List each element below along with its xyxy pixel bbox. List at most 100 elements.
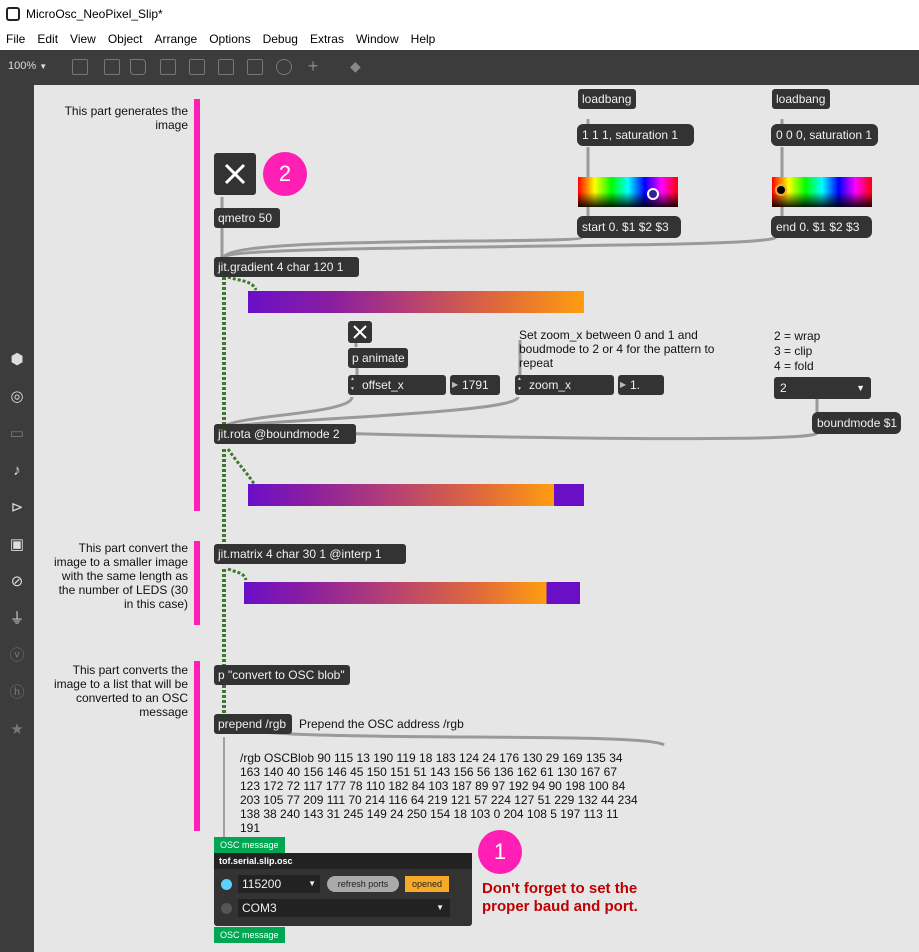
bang-icon[interactable]: [160, 59, 176, 75]
number-icon[interactable]: [218, 59, 234, 75]
matrix-preview: [244, 582, 580, 604]
led-on-indicator: [221, 879, 232, 890]
vimeo-icon[interactable]: ⓥ: [8, 647, 26, 665]
boundmode-selected: 2: [780, 381, 787, 395]
star-icon[interactable]: ★: [8, 721, 26, 739]
jit-matrix-object[interactable]: jit.matrix 4 char 30 1 @interp 1: [214, 544, 406, 564]
qmetro-object[interactable]: qmetro 50: [214, 208, 280, 228]
toggle-button[interactable]: [214, 153, 256, 195]
add-object-icon[interactable]: +: [305, 57, 321, 75]
jit-rota-object[interactable]: jit.rota @boundmode 2: [214, 424, 356, 444]
menu-extras[interactable]: Extras: [304, 32, 350, 46]
boundmode-menu[interactable]: 2 ▼: [774, 377, 871, 399]
loadbang-object-2[interactable]: loadbang: [772, 89, 830, 109]
paperclip-icon[interactable]: ⊘: [8, 573, 26, 591]
message-icon[interactable]: [104, 59, 120, 75]
music-note-icon[interactable]: ♪: [8, 462, 26, 480]
section-marker-resize: [194, 541, 200, 625]
swatch-picker-dot[interactable]: [647, 188, 659, 200]
menu-help[interactable]: Help: [405, 32, 442, 46]
prepend-object[interactable]: prepend /rgb: [214, 714, 292, 734]
animate-toggle[interactable]: [348, 321, 372, 343]
image-icon[interactable]: ▣: [8, 536, 26, 554]
step-badge-2: 2: [263, 152, 307, 196]
menu-arrange[interactable]: Arrange: [149, 32, 204, 46]
menu-debug[interactable]: Debug: [257, 32, 304, 46]
step-badge-1: 1: [478, 830, 522, 874]
slider-icon[interactable]: [247, 59, 263, 75]
close-icon: [353, 325, 367, 339]
zoom-control[interactable]: 100% ▼: [8, 60, 47, 72]
chevron-down-icon: ▼: [436, 903, 444, 912]
comment-fold: 4 = fold: [774, 359, 814, 373]
section-marker-convert: [194, 661, 200, 831]
comment-convert-small: This part convert the image to a smaller…: [53, 541, 188, 611]
message-boundmode[interactable]: boundmode $1: [812, 412, 901, 434]
message-saturation-1[interactable]: 1 1 1, saturation 1: [577, 124, 694, 146]
port-menu[interactable]: COM3 ▼: [238, 899, 450, 917]
film-icon[interactable]: ▭: [8, 425, 26, 443]
menu-file[interactable]: File: [0, 32, 31, 46]
max-app-icon: [6, 7, 20, 21]
window-title: MicroOsc_NeoPixel_Slip*: [26, 7, 163, 21]
baud-rate-menu[interactable]: 115200 ▼: [238, 875, 320, 893]
led-off-indicator: [221, 903, 232, 914]
zoom-level: 100%: [8, 60, 37, 72]
comment-zoom-hint: Set zoom_x between 0 and 1 and boudmode …: [519, 328, 715, 370]
offset-x-number[interactable]: offset_x: [348, 374, 446, 395]
message-start[interactable]: start 0. $1 $2 $3: [577, 216, 681, 238]
zoom-dropdown-icon: ▼: [39, 62, 48, 71]
target-icon[interactable]: ◎: [8, 388, 26, 406]
color-swatch-start[interactable]: [578, 177, 678, 207]
serial-slip-osc-bpatcher: tof.serial.slip.osc 115200 ▼ refresh port…: [214, 853, 472, 926]
menu-view[interactable]: View: [64, 32, 102, 46]
toolbar: 100% ▼ + ◆: [0, 50, 919, 85]
dial-icon[interactable]: [276, 59, 292, 75]
osc-message-label-in: OSC message: [214, 837, 285, 853]
menu-edit[interactable]: Edit: [31, 32, 64, 46]
refresh-ports-button[interactable]: refresh ports: [327, 876, 399, 892]
gradient-preview: [248, 291, 584, 313]
close-icon: [224, 163, 246, 185]
menu-options[interactable]: Options: [203, 32, 256, 46]
zoom-x-number[interactable]: zoom_x: [515, 374, 614, 395]
left-sidebar: ⬢ ◎ ▭ ♪ ⊳ ▣ ⊘ ⏚ ⓥ ⓗ ★: [0, 85, 34, 952]
comment-icon[interactable]: [130, 59, 146, 75]
chevron-down-icon: ▼: [308, 879, 316, 888]
presentation-icon[interactable]: [72, 59, 88, 75]
p-animate-object[interactable]: p animate: [348, 348, 408, 368]
zoom-x-value[interactable]: 1.: [618, 375, 664, 395]
warning-text: Don't forget to set the proper baud and …: [482, 880, 638, 915]
package-icon[interactable]: ⬢: [8, 351, 26, 369]
paint-bucket-icon[interactable]: ◆: [350, 59, 366, 75]
video-icon[interactable]: ⊳: [8, 499, 26, 517]
help-icon[interactable]: ⓗ: [8, 684, 26, 702]
title-bar: MicroOsc_NeoPixel_Slip*: [0, 0, 919, 28]
convert-osc-blob-object[interactable]: p "convert to OSC blob": [214, 665, 350, 685]
comment-clip: 3 = clip: [774, 344, 813, 358]
message-end[interactable]: end 0. $1 $2 $3: [771, 216, 872, 238]
comment-generates: This part generates the image: [64, 104, 188, 132]
patcher-canvas[interactable]: This part generates the image This part …: [34, 85, 919, 952]
toggle-icon[interactable]: [189, 59, 205, 75]
chevron-down-icon: ▼: [856, 383, 865, 393]
color-swatch-end[interactable]: [772, 177, 872, 207]
jit-gradient-object[interactable]: jit.gradient 4 char 120 1: [214, 257, 359, 277]
osc-output-message[interactable]: /rgb OSCBlob 90 115 13 190 119 18 183 12…: [240, 751, 640, 835]
loadbang-object-1[interactable]: loadbang: [578, 89, 636, 109]
plug-icon[interactable]: ⏚: [8, 610, 26, 628]
swatch-picker-dot[interactable]: [775, 184, 787, 196]
message-saturation-2[interactable]: 0 0 0, saturation 1: [771, 124, 878, 146]
offset-x-value[interactable]: 1791: [450, 375, 500, 395]
osc-message-label-out: OSC message: [214, 927, 285, 943]
comment-prepend-hint: Prepend the OSC address /rgb: [299, 717, 464, 731]
baud-rate-value: 115200: [242, 877, 282, 891]
port-value: COM3: [242, 901, 277, 915]
menu-bar: File Edit View Object Arrange Options De…: [0, 28, 919, 50]
opened-status-button[interactable]: opened: [405, 876, 449, 892]
comment-wrap: 2 = wrap: [774, 329, 821, 343]
comment-convert-list: This part converts the image to a list t…: [53, 663, 188, 719]
menu-window[interactable]: Window: [350, 32, 405, 46]
section-marker-generate: [194, 99, 200, 511]
menu-object[interactable]: Object: [102, 32, 149, 46]
